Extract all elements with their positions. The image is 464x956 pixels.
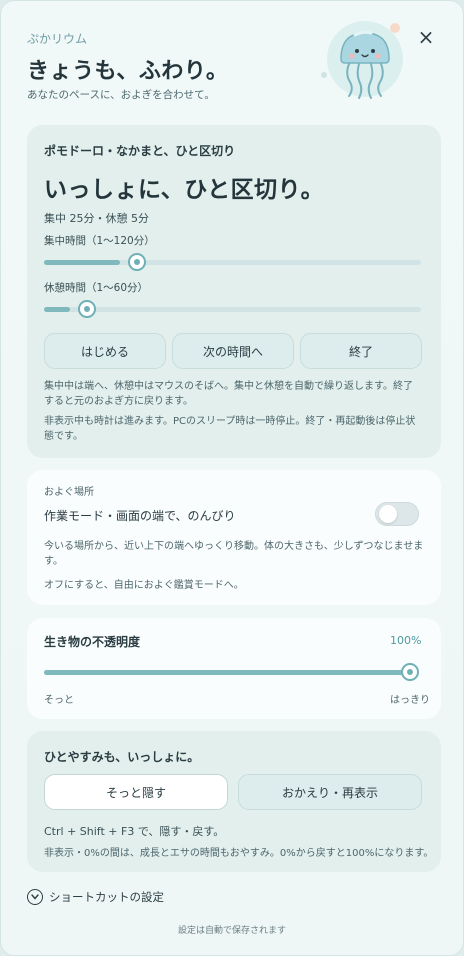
pomodoro-summary: 集中 25分・休憩 5分 <box>44 212 149 225</box>
shortcut-settings-label: ショートカットの設定 <box>49 890 164 904</box>
pomodoro-section-title: ポモドーロ・なかまと、ひと区切り <box>44 144 236 158</box>
close-button[interactable]: × <box>415 26 437 48</box>
break-time-knob[interactable] <box>77 300 96 318</box>
work-mode-label: 作業モード・画面の端で、のんびり <box>44 509 236 523</box>
hide-shortcut-text: Ctrl + Shift + F3 で、隠す・戻す。 <box>44 825 225 838</box>
page-headline: きょうも、ふわり。 <box>27 59 229 84</box>
autosave-footer: 設定は自動で保存されます <box>177 926 286 936</box>
shortcut-settings-toggle[interactable]: ショートカットの設定 <box>27 887 164 907</box>
end-button[interactable]: 終了 <box>300 333 422 369</box>
focus-time-fill <box>44 260 121 265</box>
show-again-button[interactable]: おかえり・再表示 <box>238 774 422 810</box>
break-time-label: 休憩時間（1〜60分） <box>44 282 149 294</box>
opacity-knob[interactable] <box>401 663 419 681</box>
pomodoro-note-sleep: 非表示中も時計は進みます。PCのスリープ時は一時停止。終了・再起動後は停止状態で… <box>44 416 416 442</box>
work-mode-toggle-knob <box>379 505 397 523</box>
pomodoro-title: いっしょに、ひと区切り。 <box>44 177 325 203</box>
opacity-slider[interactable] <box>44 670 410 675</box>
opacity-fill <box>44 670 410 675</box>
start-button[interactable]: はじめる <box>44 333 166 369</box>
swim-section-label: およぐ場所 <box>44 487 94 498</box>
app-name: ぷかリウム <box>27 32 88 46</box>
pomodoro-note-behavior: 集中中は端へ、休憩中はマウスのそばへ。集中と休憩を自動で繰り返します。終了すると… <box>44 381 413 407</box>
swim-off-note: オフにすると、自由におよぐ鑑賞モードへ。 <box>44 580 244 591</box>
swim-location-card: およぐ場所 作業モード・画面の端で、のんびり 今いる場所から、近い上下の端へゆっ… <box>27 470 441 605</box>
opacity-max-label: はっきり <box>390 695 430 706</box>
break-time-slider[interactable] <box>44 307 421 312</box>
hide-note: 非表示・0%の間は、成長とエサの時間もおやすみ。0%から戻すと100%になります… <box>44 848 434 859</box>
opacity-min-label: そっと <box>44 695 74 706</box>
focus-time-slider[interactable] <box>44 260 421 265</box>
work-mode-toggle[interactable] <box>375 502 419 526</box>
focus-time-label: 集中時間（1〜120分） <box>44 235 155 247</box>
hide-card: ひとやすみも、いっしょに。 そっと隠す おかえり・再表示 Ctrl + Shif… <box>27 731 441 872</box>
page-tagline: あなたのペースに、およぎを合わせて。 <box>27 89 215 101</box>
focus-time-knob[interactable] <box>128 253 147 271</box>
opacity-title: 生き物の不透明度 <box>44 635 141 649</box>
opacity-card: 生き物の不透明度 100% そっと はっきり <box>27 618 441 719</box>
settings-panel: ぷかリウム きょうも、ふわり。 あなたのペースに、およぎを合わせて。 × ポモド… <box>0 0 464 956</box>
jellyfish-mascot-icon <box>321 21 403 99</box>
hide-section-title: ひとやすみも、いっしょに。 <box>44 750 200 764</box>
swim-description: 今いる場所から、近い上下の端へゆっくり移動。体の大きさも、少しずつなじませます。 <box>44 541 424 567</box>
chevron-down-icon <box>27 889 43 905</box>
opacity-value: 100% <box>390 634 422 647</box>
hide-button[interactable]: そっと隠す <box>44 774 228 810</box>
break-time-fill <box>44 307 70 312</box>
next-phase-button[interactable]: 次の時間へ <box>172 333 294 369</box>
pomodoro-card: ポモドーロ・なかまと、ひと区切り いっしょに、ひと区切り。 集中 25分・休憩 … <box>27 125 441 458</box>
